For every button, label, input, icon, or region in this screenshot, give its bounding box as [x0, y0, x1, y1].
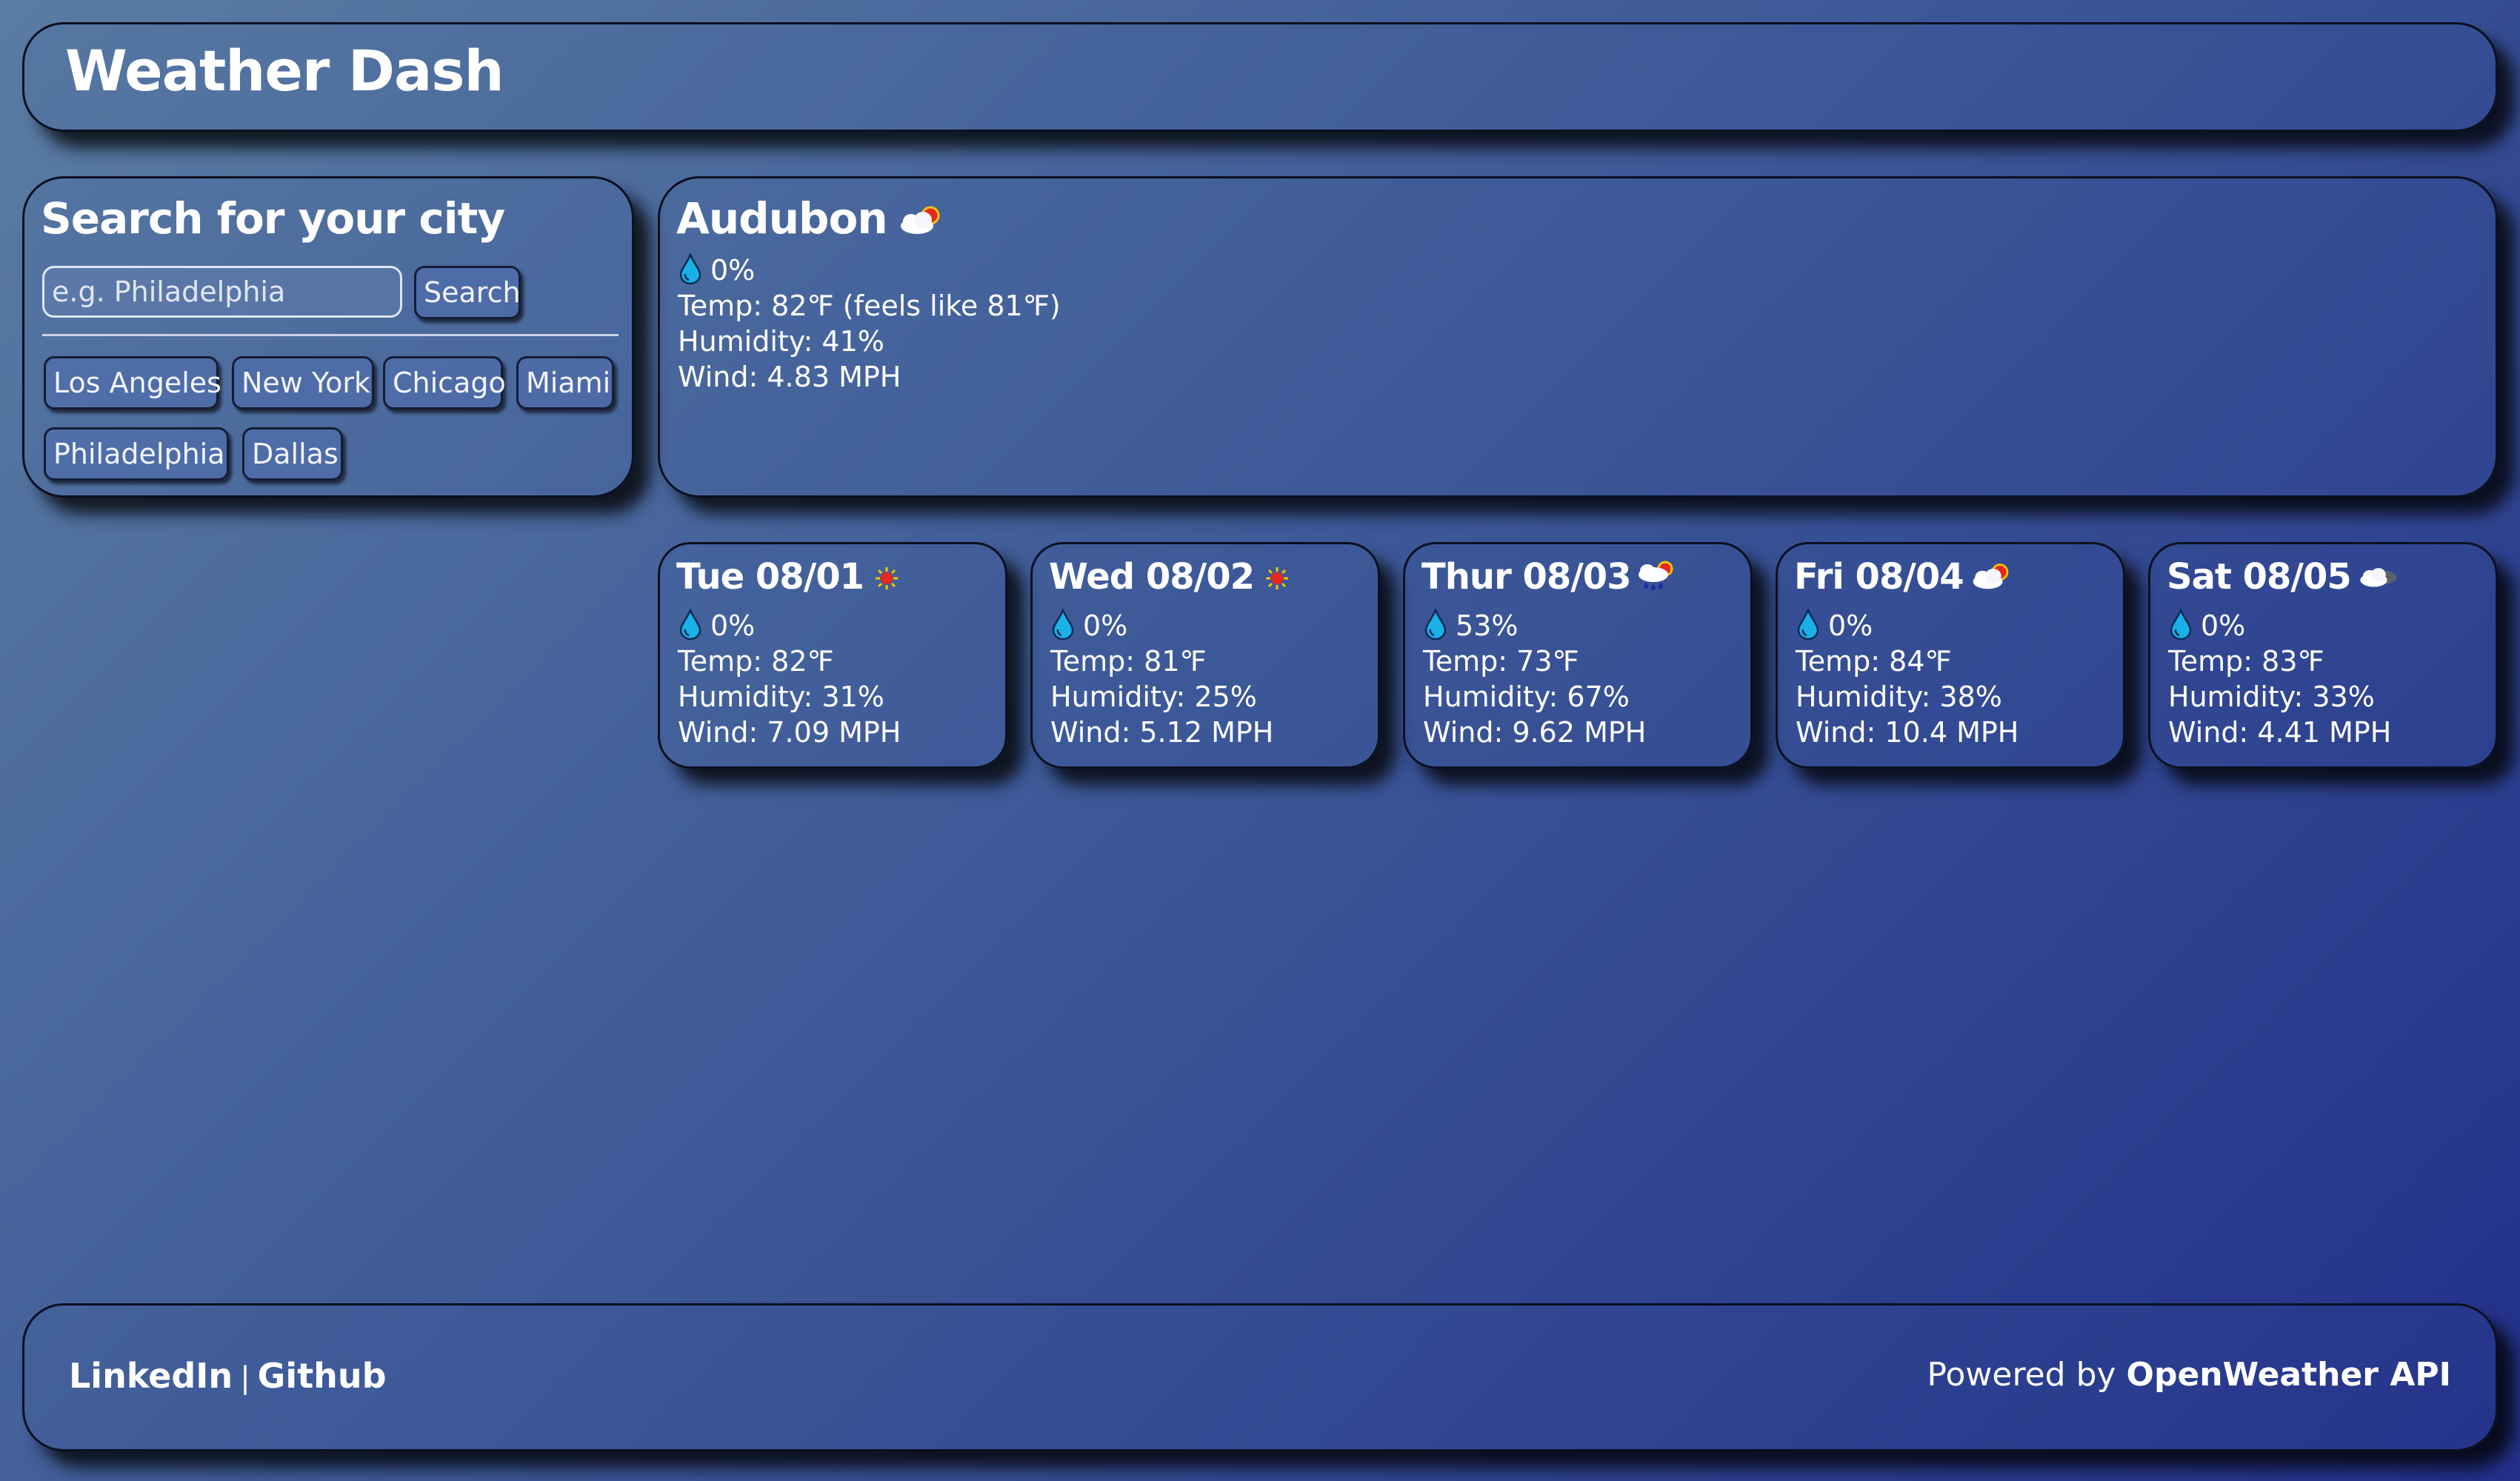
- humidity-text: Humidity: 33%: [2168, 681, 2375, 713]
- wind-text: Wind: 4.83 MPH: [678, 361, 901, 393]
- forecast-details: 0% Temp: 82℉ Humidity: 31% Wind: 7.09 MP…: [678, 607, 901, 750]
- footer-links: LinkedIn | Github: [69, 1356, 387, 1396]
- forecast-day-label: Wed 08/02: [1049, 556, 1255, 598]
- github-link[interactable]: Github: [258, 1356, 387, 1396]
- city-button-los-angeles[interactable]: Los Angeles: [44, 356, 221, 409]
- precip-row: 0%: [1796, 607, 2019, 643]
- temp-text: Temp: 82℉ (feels like 81℉): [678, 290, 1061, 322]
- rain-sun-icon: [1636, 558, 1677, 600]
- humidity-text: Humidity: 31%: [678, 681, 884, 713]
- forecast-card-fri: Fri 08/04 0% Temp: 84℉ Humidity: 38% Win…: [1776, 542, 2125, 769]
- precip-row: 0%: [1050, 607, 1273, 643]
- precip-value: 0%: [2201, 609, 2246, 642]
- search-input[interactable]: [42, 266, 402, 318]
- wind-text: Wind: 10.4 MPH: [1796, 716, 2019, 749]
- forecast-day-label: Thur 08/03: [1421, 556, 1632, 598]
- forecast-details: 0% Temp: 83℉ Humidity: 33% Wind: 4.41 MP…: [2168, 607, 2392, 750]
- forecast-day-label: Tue 08/01: [676, 556, 864, 598]
- precip-row: 0%: [678, 607, 901, 643]
- footer-separator: |: [240, 1361, 250, 1395]
- wind-text: Wind: 4.41 MPH: [2168, 716, 2392, 749]
- forecast-card-wed: Wed 08/02 0% Temp: 81℉ Humidity: 25% Win…: [1030, 542, 1380, 769]
- city-button-philadelphia[interactable]: Philadelphia: [44, 427, 229, 481]
- temp-text: Temp: 73℉: [1423, 645, 1579, 678]
- sun-icon: [874, 558, 899, 600]
- forecast-details: 0% Temp: 81℉ Humidity: 25% Wind: 5.12 MP…: [1050, 607, 1274, 750]
- precip-value: 0%: [1083, 609, 1128, 642]
- forecast-day-title: Fri 08/04: [1794, 556, 2014, 600]
- humidity-text: Humidity: 41%: [678, 325, 884, 358]
- forecast-card-sat: Sat 08/05 0% Temp: 83℉ Humidity: 33% Win…: [2148, 542, 2498, 769]
- openweather-link[interactable]: OpenWeather API: [2127, 1356, 2451, 1394]
- raindrop-icon: [678, 607, 703, 641]
- current-weather-details: 0% Temp: 82℉ (feels like 81℉) Humidity: …: [678, 252, 1061, 395]
- wind-text: Wind: 7.09 MPH: [678, 716, 901, 749]
- current-city-title: Audubon: [676, 193, 945, 247]
- city-button-new-york[interactable]: New York: [232, 356, 374, 409]
- header: Weather Dash: [22, 22, 2498, 132]
- precip-row: 0%: [2168, 607, 2391, 643]
- cloudy-icon: [2356, 558, 2400, 600]
- raindrop-icon: [1050, 607, 1076, 641]
- forecast-day-title: Sat 08/05: [2167, 556, 2400, 600]
- forecast-day-label: Sat 08/05: [2167, 556, 2352, 598]
- humidity-text: Humidity: 25%: [1050, 681, 1257, 713]
- divider: [42, 334, 619, 336]
- precip-row: 53%: [1423, 607, 1646, 643]
- wind-text: Wind: 9.62 MPH: [1423, 716, 1647, 749]
- search-panel: Search for your city Search Los Angeles …: [22, 176, 634, 498]
- precip-value: 53%: [1456, 609, 1519, 642]
- wind-text: Wind: 5.12 MPH: [1050, 716, 1274, 749]
- sun-icon: [1264, 558, 1290, 600]
- temp-text: Temp: 83℉: [2168, 645, 2324, 678]
- powered-by-prefix: Powered by: [1927, 1356, 2116, 1394]
- forecast-details: 53% Temp: 73℉ Humidity: 67% Wind: 9.62 M…: [1423, 607, 1647, 750]
- forecast-day-title: Tue 08/01: [676, 556, 899, 600]
- forecast-card-tue: Tue 08/01 0% Temp: 82℉ Humidity: 31% Win…: [658, 542, 1007, 769]
- temp-text: Temp: 84℉: [1796, 645, 1952, 678]
- raindrop-icon: [1796, 607, 1821, 641]
- linkedin-link[interactable]: LinkedIn: [69, 1356, 233, 1396]
- forecast-details: 0% Temp: 84℉ Humidity: 38% Wind: 10.4 MP…: [1796, 607, 2019, 750]
- precip-row: 0%: [678, 252, 1061, 288]
- current-weather-panel: Audubon 0% Temp: 82℉ (feels like 81℉) Hu…: [658, 176, 2498, 498]
- search-button[interactable]: Search: [414, 266, 521, 319]
- city-button-dallas[interactable]: Dallas: [242, 427, 343, 481]
- partly-cloudy-icon: [1970, 558, 2014, 600]
- partly-cloudy-icon: [898, 196, 945, 247]
- forecast-day-label: Fri 08/04: [1794, 556, 1964, 598]
- powered-by: Powered by OpenWeather API: [1927, 1356, 2451, 1394]
- forecast-card-thur: Thur 08/03 53% Temp: 73℉ Humidity: 67% W…: [1403, 542, 1753, 769]
- humidity-text: Humidity: 38%: [1796, 681, 2002, 713]
- raindrop-icon: [1423, 607, 1448, 641]
- humidity-text: Humidity: 67%: [1423, 681, 1630, 713]
- raindrop-icon: [678, 252, 703, 285]
- precip-value: 0%: [1828, 609, 1873, 642]
- city-button-miami[interactable]: Miami: [516, 356, 614, 409]
- current-city-name: Audubon: [676, 193, 888, 244]
- raindrop-icon: [2168, 607, 2193, 641]
- city-button-chicago[interactable]: Chicago: [383, 356, 506, 409]
- forecast-day-title: Wed 08/02: [1049, 556, 1290, 600]
- app-title: Weather Dash: [65, 38, 504, 104]
- precip-value: 0%: [710, 609, 756, 642]
- temp-text: Temp: 82℉: [678, 645, 834, 678]
- temp-text: Temp: 81℉: [1050, 645, 1207, 678]
- footer: LinkedIn | Github Powered by OpenWeather A…: [22, 1303, 2498, 1451]
- forecast-day-title: Thur 08/03: [1421, 556, 1677, 600]
- precip-value: 0%: [710, 254, 756, 287]
- search-heading: Search for your city: [41, 193, 505, 244]
